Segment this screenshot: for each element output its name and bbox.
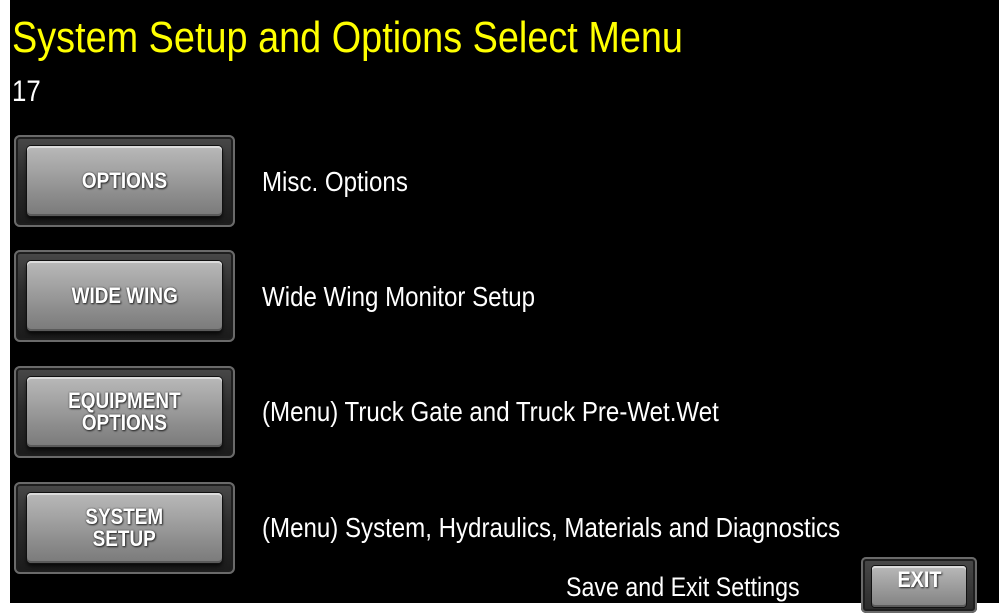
- wide-wing-button-label: WIDE WING: [71, 283, 178, 308]
- options-button-label: OPTIONS: [81, 168, 168, 193]
- system-setup-button[interactable]: SYSTEM SETUP: [14, 482, 235, 574]
- options-button-face[interactable]: OPTIONS: [27, 146, 222, 216]
- system-setup-button-face[interactable]: SYSTEM SETUP: [27, 493, 222, 563]
- wide-wing-button-face[interactable]: WIDE WING: [27, 261, 222, 331]
- save-exit-label: Save and Exit Settings: [566, 572, 800, 602]
- options-button[interactable]: OPTIONS: [14, 135, 235, 227]
- equipment-options-button-label: EQUIPMENT OPTIONS: [68, 388, 181, 435]
- equipment-options-button[interactable]: EQUIPMENT OPTIONS: [14, 366, 235, 458]
- system-setup-description: (Menu) System, Hydraulics, Materials and…: [262, 512, 841, 543]
- screen-number: 17: [12, 75, 41, 108]
- menu-screen: System Setup and Options Select Menu 17 …: [10, 0, 999, 603]
- exit-button-label: EXIT: [896, 567, 942, 592]
- equipment-options-button-face[interactable]: EQUIPMENT OPTIONS: [27, 377, 222, 447]
- wide-wing-description: Wide Wing Monitor Setup: [262, 281, 536, 312]
- equipment-options-description: (Menu) Truck Gate and Truck Pre-Wet.Wet: [262, 396, 719, 427]
- wide-wing-button[interactable]: WIDE WING: [14, 250, 235, 342]
- exit-button-face[interactable]: EXIT: [872, 566, 966, 607]
- page-title: System Setup and Options Select Menu: [12, 13, 683, 62]
- options-description: Misc. Options: [262, 166, 408, 197]
- exit-button[interactable]: EXIT: [861, 557, 977, 613]
- system-setup-button-label: SYSTEM SETUP: [85, 504, 164, 551]
